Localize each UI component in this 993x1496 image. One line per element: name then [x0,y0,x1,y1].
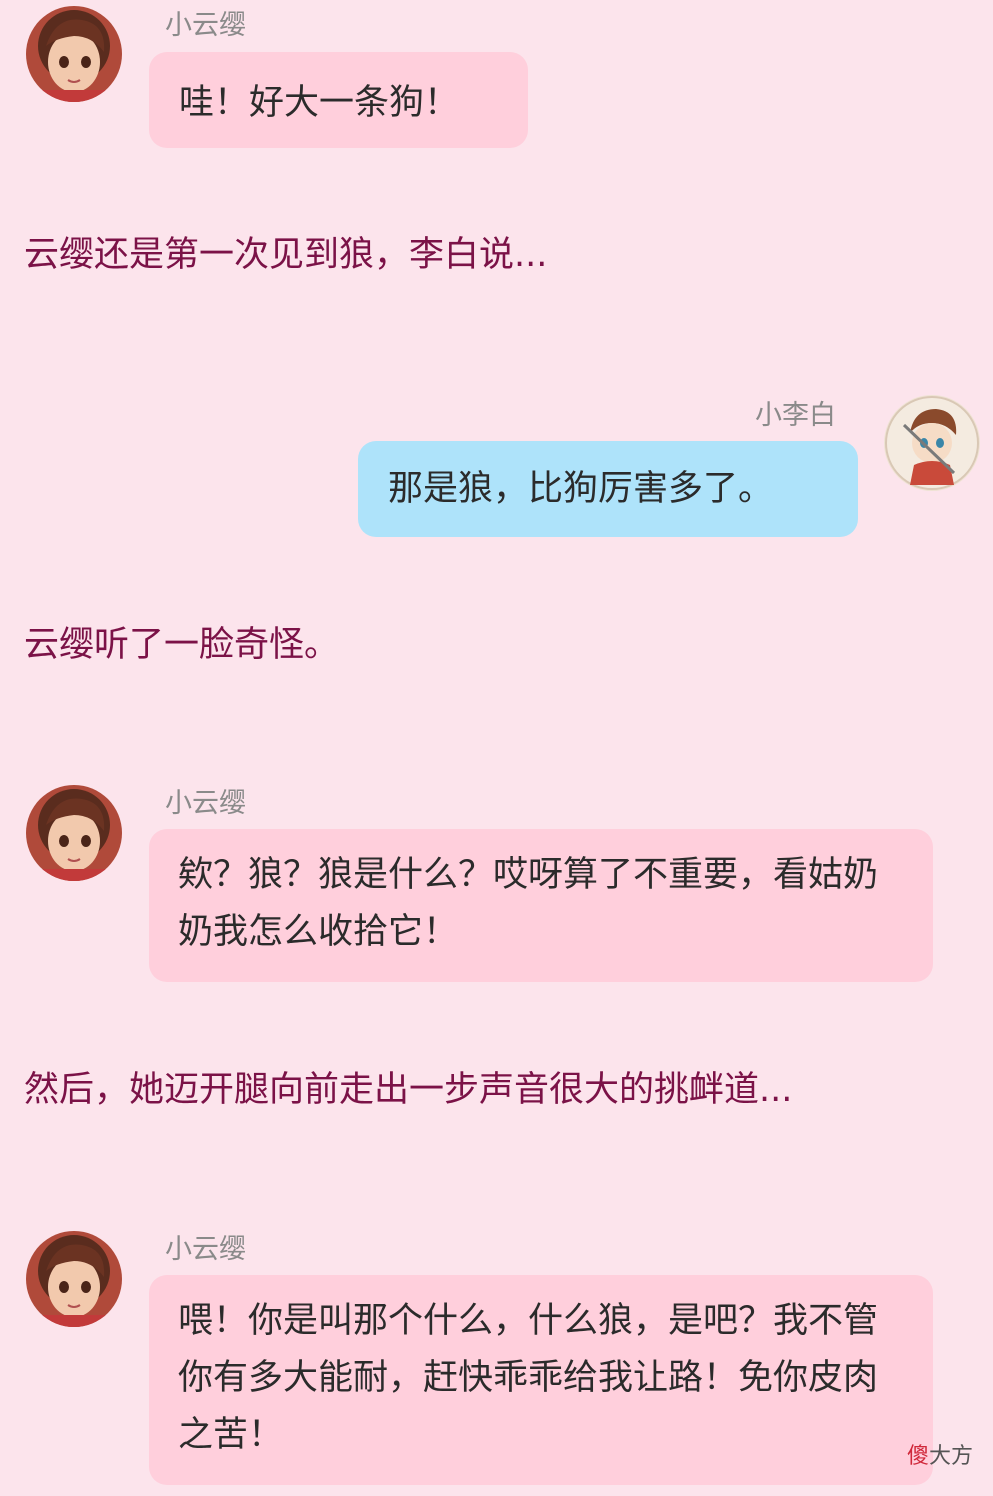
speaker-name: 小云缨 [165,10,246,41]
chat-bubble: 哇！好大一条狗！ [149,52,528,148]
watermark-part2: 大方 [928,1444,973,1469]
narration-text: 然后，她迈开腿向前走出一步声音很大的挑衅道... [24,1070,793,1110]
chat-bubble: 喂！你是叫那个什么，什么狼，是吧？我不管你有多大能耐，赶快乖乖给我让路！免你皮肉… [149,1275,933,1485]
yunying-avatar-icon[interactable] [26,1231,122,1327]
watermark-text: 傻大方 [907,1438,973,1470]
narration-text: 云缨还是第一次见到狼，李白说... [24,235,548,275]
speaker-name: 小云缨 [165,1234,246,1265]
yunying-avatar-icon[interactable] [26,6,122,102]
libai-avatar-icon[interactable] [884,395,980,491]
watermark-part1: 傻 [906,1444,929,1469]
speaker-name: 小云缨 [165,788,246,819]
narration-text: 云缨听了一脸奇怪。 [24,625,340,665]
speaker-name: 小李白 [755,400,836,431]
yunying-avatar-icon[interactable] [26,785,122,881]
chat-bubble: 那是狼，比狗厉害多了。 [358,441,858,537]
chat-bubble: 欸？狼？狼是什么？哎呀算了不重要，看姑奶奶我怎么收拾它！ [149,829,933,982]
